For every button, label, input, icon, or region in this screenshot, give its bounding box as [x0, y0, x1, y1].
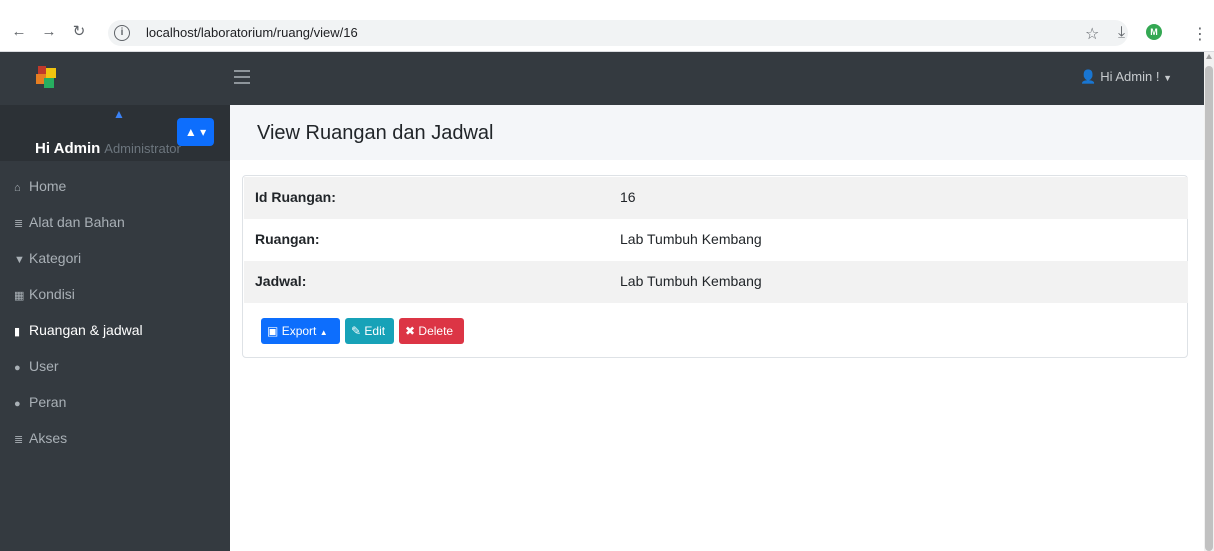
- detail-card: Id Ruangan: 16 Ruangan: Lab Tumbuh Kemba…: [242, 175, 1188, 358]
- page-scrollbar[interactable]: [1204, 52, 1214, 551]
- sidebar-item-peran[interactable]: ● Peran: [0, 391, 230, 427]
- export-button[interactable]: ▣ Export ▲: [261, 318, 340, 344]
- edit-label: Edit: [364, 324, 386, 338]
- user-options-button[interactable]: ▲ ▾: [177, 118, 214, 146]
- delete-button[interactable]: ✖ Delete: [399, 318, 464, 344]
- sidebar-item-alat-dan-bahan[interactable]: ≣ Alat dan Bahan: [0, 211, 230, 247]
- user-icon: ●: [14, 362, 21, 374]
- file-icon: ▮: [14, 326, 21, 338]
- user-name: Hi Admin: [35, 140, 101, 157]
- detail-row-id: Id Ruangan: 16: [244, 177, 1188, 219]
- page-title: View Ruangan dan Jadwal: [257, 122, 494, 144]
- site-info-icon[interactable]: i: [114, 25, 130, 41]
- database-icon: ≣: [14, 218, 24, 230]
- close-icon: ✖: [405, 324, 416, 338]
- app-logo-icon: [36, 66, 56, 88]
- sidebar-item-akses[interactable]: ≣ Akses: [0, 427, 230, 463]
- browser-profile-avatar[interactable]: M: [1146, 24, 1162, 40]
- sidebar: ▲ Hi Admin Administrator ▲ ▾ ⌂ Home ≣ Alat …: [0, 105, 230, 551]
- detail-label: Id Ruangan:: [255, 189, 336, 205]
- caret-up-icon: ▲: [319, 328, 328, 337]
- detail-value: 16: [620, 189, 636, 205]
- sidebar-item-label: Alat dan Bahan: [29, 214, 125, 230]
- sidebar-item-label: Ruangan & jadwal: [29, 322, 143, 338]
- browser-menu-icon[interactable]: ⋮: [1192, 24, 1208, 44]
- bookmark-star-icon[interactable]: ☆: [1085, 24, 1099, 44]
- detail-value: Lab Tumbuh Kembang: [620, 273, 762, 289]
- main-content: View Ruangan dan Jadwal Id Ruangan: 16 R…: [230, 105, 1204, 551]
- sidebar-user-name: Hi Admin Administrator: [35, 140, 181, 157]
- brand-area[interactable]: [0, 52, 230, 105]
- export-label: Export: [281, 324, 317, 338]
- user-role: Administrator: [104, 141, 181, 156]
- content-header: View Ruangan dan Jadwal: [230, 105, 1204, 160]
- user-dropdown[interactable]: 👤 Hi Admin ! ▼: [1080, 69, 1172, 85]
- sidebar-menu: ⌂ Home ≣ Alat dan Bahan ▼ Kategori ▦ Kondisi…: [0, 175, 230, 463]
- delete-label: Delete: [418, 324, 454, 338]
- hamburger-menu-icon[interactable]: [234, 70, 250, 84]
- sidebar-item-kondisi[interactable]: ▦ Kondisi: [0, 283, 230, 319]
- user-dropdown-label: Hi Admin !: [1100, 69, 1160, 84]
- download-icon[interactable]: ⤓: [1118, 24, 1125, 42]
- edit-icon: ✎: [351, 324, 362, 338]
- sidebar-item-label: Kondisi: [29, 286, 75, 302]
- detail-row-jadwal: Jadwal: Lab Tumbuh Kembang: [244, 261, 1188, 303]
- sidebar-item-label: Kategori: [29, 250, 82, 266]
- calculator-icon: ▦: [14, 290, 25, 302]
- sidebar-item-label: User: [29, 358, 59, 374]
- back-icon[interactable]: ←: [10, 23, 28, 41]
- address-bar-url: localhost/laboratorium/ruang/view/16: [146, 25, 358, 40]
- address-bar[interactable]: i localhost/laboratorium/ruang/view/16: [108, 20, 1128, 46]
- user-icon: 👤: [1080, 69, 1097, 84]
- sidebar-item-home[interactable]: ⌂ Home: [0, 175, 230, 211]
- home-icon: ⌂: [14, 182, 21, 194]
- sidebar-item-kategori[interactable]: ▼ Kategori: [0, 247, 230, 283]
- sidebar-item-label: Home: [29, 178, 67, 194]
- user-plus-icon: ●: [14, 398, 21, 410]
- sidebar-item-ruangan-jadwal[interactable]: ▮ Ruangan & jadwal: [0, 319, 230, 355]
- database-icon: ≣: [14, 434, 24, 446]
- scrollbar-thumb[interactable]: [1205, 66, 1213, 551]
- forward-icon[interactable]: →: [40, 23, 58, 41]
- scroll-up-arrow-icon[interactable]: [1206, 54, 1212, 59]
- sidebar-item-label: Akses: [29, 430, 68, 446]
- save-icon: ▣: [267, 324, 279, 338]
- sidebar-user-panel: ▲ Hi Admin Administrator ▲ ▾: [0, 105, 230, 161]
- detail-label: Jadwal:: [255, 273, 307, 289]
- caret-down-icon: ▼: [1163, 73, 1172, 83]
- filter-icon: ▼: [14, 254, 25, 266]
- detail-label: Ruangan:: [255, 231, 320, 247]
- detail-value: Lab Tumbuh Kembang: [620, 231, 762, 247]
- sidebar-item-user[interactable]: ● User: [0, 355, 230, 391]
- sidebar-item-label: Peran: [29, 394, 67, 410]
- browser-toolbar: ← → ↻ i localhost/laboratorium/ruang/vie…: [0, 0, 1214, 52]
- user-avatar-icon: ▲: [113, 107, 125, 121]
- reload-icon[interactable]: ↻: [70, 23, 88, 41]
- detail-row-ruangan: Ruangan: Lab Tumbuh Kembang: [244, 219, 1188, 261]
- edit-button[interactable]: ✎ Edit: [345, 318, 394, 344]
